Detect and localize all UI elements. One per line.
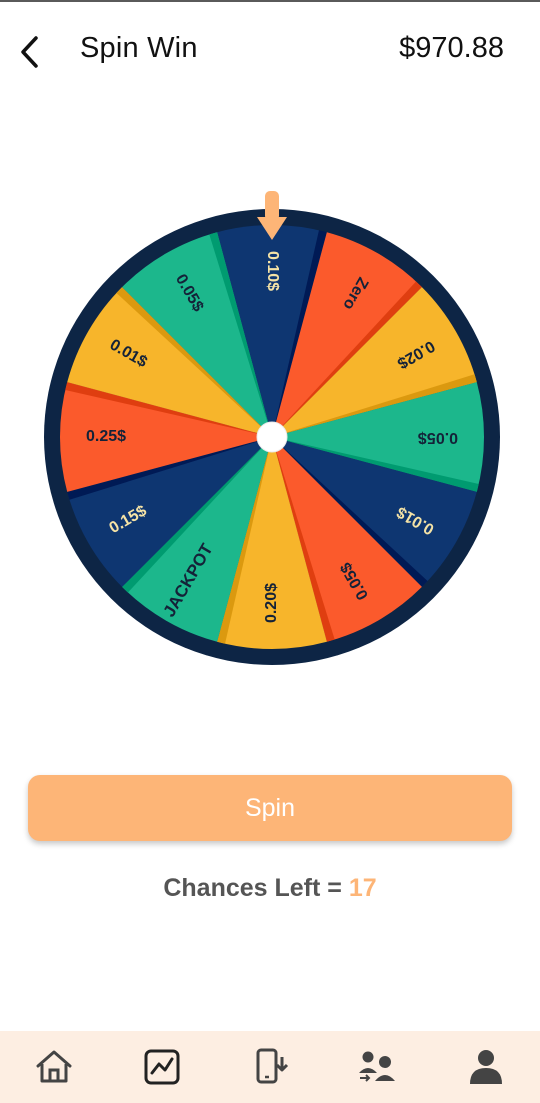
wheel-segment-label: 0.20$ — [263, 583, 280, 623]
wheel-graphic: 0.10$Zero0.02$0.05$0.01$0.05$0.20$JACKPO… — [44, 191, 500, 665]
wheel-segment-label: 0.25$ — [86, 428, 126, 445]
chances-label: Chances Left = — [163, 874, 349, 902]
nav-stats[interactable] — [140, 1045, 184, 1089]
header: Spin Win $970.88 — [0, 2, 540, 98]
chevron-left-icon — [21, 36, 38, 68]
wheel-segment-label: 0.10$ — [264, 251, 281, 291]
chances-left: Chances Left = 17 — [0, 874, 540, 903]
users-transfer-icon — [359, 1051, 395, 1082]
wheel-hub — [256, 421, 288, 453]
profile-icon — [470, 1050, 502, 1084]
nav-download[interactable] — [248, 1045, 292, 1089]
nav-referrals[interactable] — [356, 1045, 400, 1089]
chances-count: 17 — [348, 874, 377, 902]
spin-button[interactable]: Spin — [28, 775, 512, 841]
chart-icon — [144, 1049, 180, 1085]
phone-download-icon — [256, 1048, 289, 1084]
spin-wheel[interactable]: 0.10$ Zero 0.02$ 0.05$ 0.01$ 0.05$ 0.20$ JACKPO… — [40, 190, 505, 670]
home-icon — [36, 1050, 72, 1083]
back-button[interactable] — [14, 32, 48, 72]
page-title: Spin Win — [80, 32, 198, 64]
nav-home[interactable] — [32, 1045, 76, 1089]
wheel-segment-label: 0.05$ — [418, 429, 458, 446]
bottom-nav — [0, 1031, 540, 1103]
nav-profile[interactable] — [464, 1045, 508, 1089]
balance-amount: $970.88 — [399, 32, 504, 64]
